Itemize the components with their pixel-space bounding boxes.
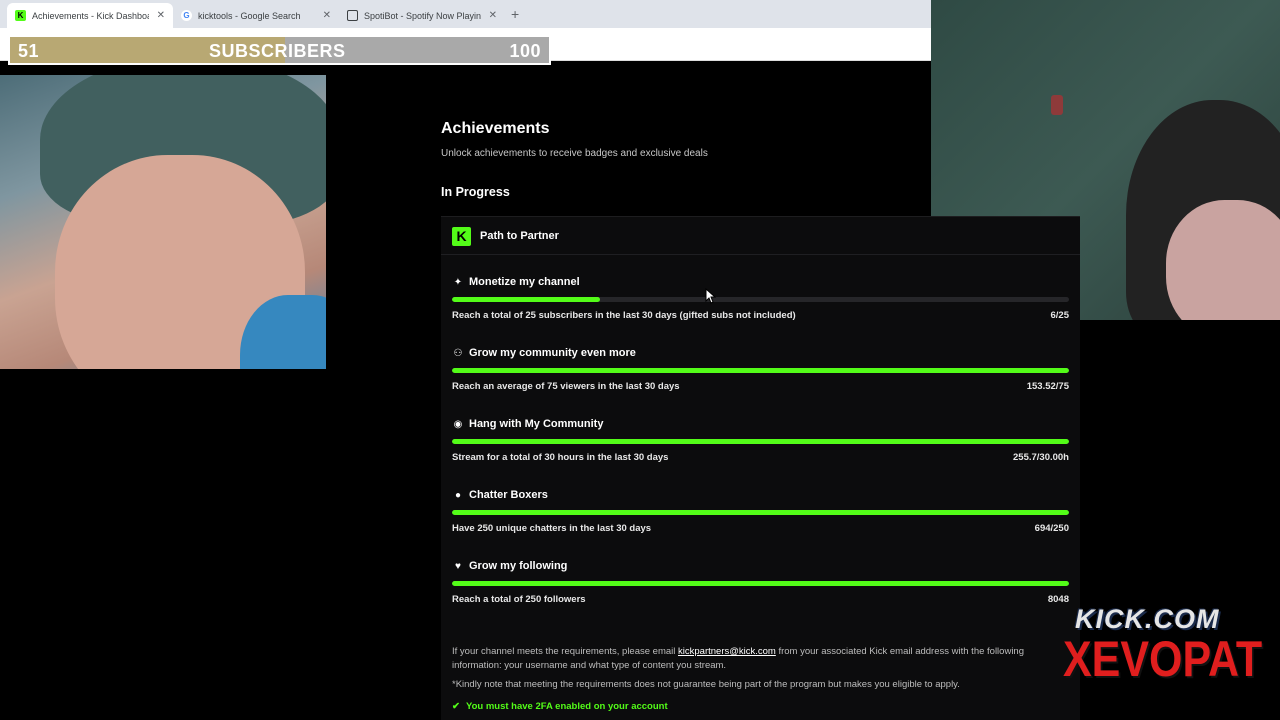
achievement-value: 153.52/75 [1026, 381, 1069, 392]
achievement-progress-track [452, 510, 1069, 515]
achievement-description: Reach an average of 75 viewers in the la… [452, 381, 680, 392]
chat-icon: ● [454, 490, 462, 501]
heart-icon: ♥ [455, 561, 461, 572]
tab-title: SpotiBot - Spotify Now Playing [364, 10, 481, 21]
tab-bar: K Achievements - Kick Dashboard ✕ G kick… [0, 0, 931, 28]
tab-spotibot[interactable]: SpotiBot - Spotify Now Playing ✕ [339, 3, 505, 28]
page-subtitle: Unlock achievements to receive badges an… [441, 148, 708, 159]
close-tab-icon[interactable]: ✕ [489, 10, 497, 21]
achievement-progress-track [452, 581, 1069, 586]
checkmark-icon: ✔ [452, 701, 460, 712]
channel-branding: KICK.COM XEVOPAT [1045, 598, 1280, 720]
achievement-description: Reach a total of 25 subscribers in the l… [452, 310, 796, 321]
achievement-progress-track [452, 439, 1069, 444]
new-tab-button[interactable]: + [511, 6, 519, 22]
achievement-description: Reach a total of 250 followers [452, 594, 586, 605]
google-icon: G [181, 10, 192, 21]
section-title: In Progress [441, 185, 510, 199]
info-prefix: If your channel meets the requirements, … [452, 646, 679, 657]
tab-title: kicktools - Google Search [198, 10, 301, 21]
mouse-cursor-icon [705, 288, 716, 304]
achievement-name: Monetize my channel [469, 276, 580, 288]
sparkle-icon: ✦ [453, 277, 463, 288]
webcam-left [0, 75, 326, 369]
grid-icon [347, 10, 358, 21]
achievement-progress-bar [452, 581, 1069, 586]
tab-kicktools[interactable]: G kicktools - Google Search ✕ [173, 3, 339, 28]
subscriber-label: SUBSCRIBERS [209, 41, 346, 61]
close-tab-icon[interactable]: ✕ [157, 10, 165, 21]
achievement-value: 6/25 [1050, 310, 1070, 321]
achievement-name: Chatter Boxers [469, 489, 548, 501]
kick-icon: K [15, 10, 26, 21]
page-title: Achievements [441, 120, 550, 137]
close-tab-icon[interactable]: ✕ [323, 10, 331, 21]
achievement-value: 694/250 [1034, 523, 1069, 534]
kick-logo-icon: K [452, 227, 471, 246]
achievement-description: Have 250 unique chatters in the last 30 … [452, 523, 652, 534]
achievement-value: 255.7/30.00h [1013, 452, 1069, 463]
subscriber-current: 51 [18, 41, 40, 61]
achievement-name: Hang with My Community [469, 418, 604, 430]
path-to-partner-card: K Path to Partner ✦ Monetize my channel Re… [441, 216, 1080, 720]
disclaimer-note: *Kindly note that meeting the requiremen… [452, 679, 960, 690]
achievement-progress-bar [452, 368, 1069, 373]
requirement-text: You must have 2FA enabled on your accoun… [465, 701, 668, 712]
tab-achievements[interactable]: K Achievements - Kick Dashboard ✕ [7, 3, 173, 28]
broadcast-icon: ◉ [453, 419, 463, 430]
achievement-name: Grow my community even more [469, 347, 636, 359]
achievement-progress-bar [452, 439, 1069, 444]
achievement-description: Stream for a total of 30 hours in the la… [452, 452, 669, 463]
subscriber-goal: 100 [509, 41, 541, 61]
partner-email-link[interactable]: kickpartners@kick.com [678, 646, 776, 657]
achievement-progress-track [452, 297, 1069, 302]
community-icon: ⚇ [453, 348, 463, 359]
requirement-2fa: ✔ You must have 2FA enabled on your accou… [452, 701, 668, 712]
achievement-progress-bar [452, 297, 601, 302]
card-title: Path to Partner [480, 230, 559, 242]
card-header[interactable]: K Path to Partner [441, 217, 1080, 255]
achievement-progress-bar [452, 510, 1069, 515]
achievement-progress-track [452, 368, 1069, 373]
achievement-name: Grow my following [469, 560, 568, 572]
partner-info-text: If your channel meets the requirements, … [452, 645, 1052, 673]
tab-title: Achievements - Kick Dashboard [32, 10, 149, 21]
branding-line2: XEVOPAT [1063, 631, 1263, 687]
subscriber-goal-bar: 51 SUBSCRIBERS 100 [8, 35, 551, 65]
